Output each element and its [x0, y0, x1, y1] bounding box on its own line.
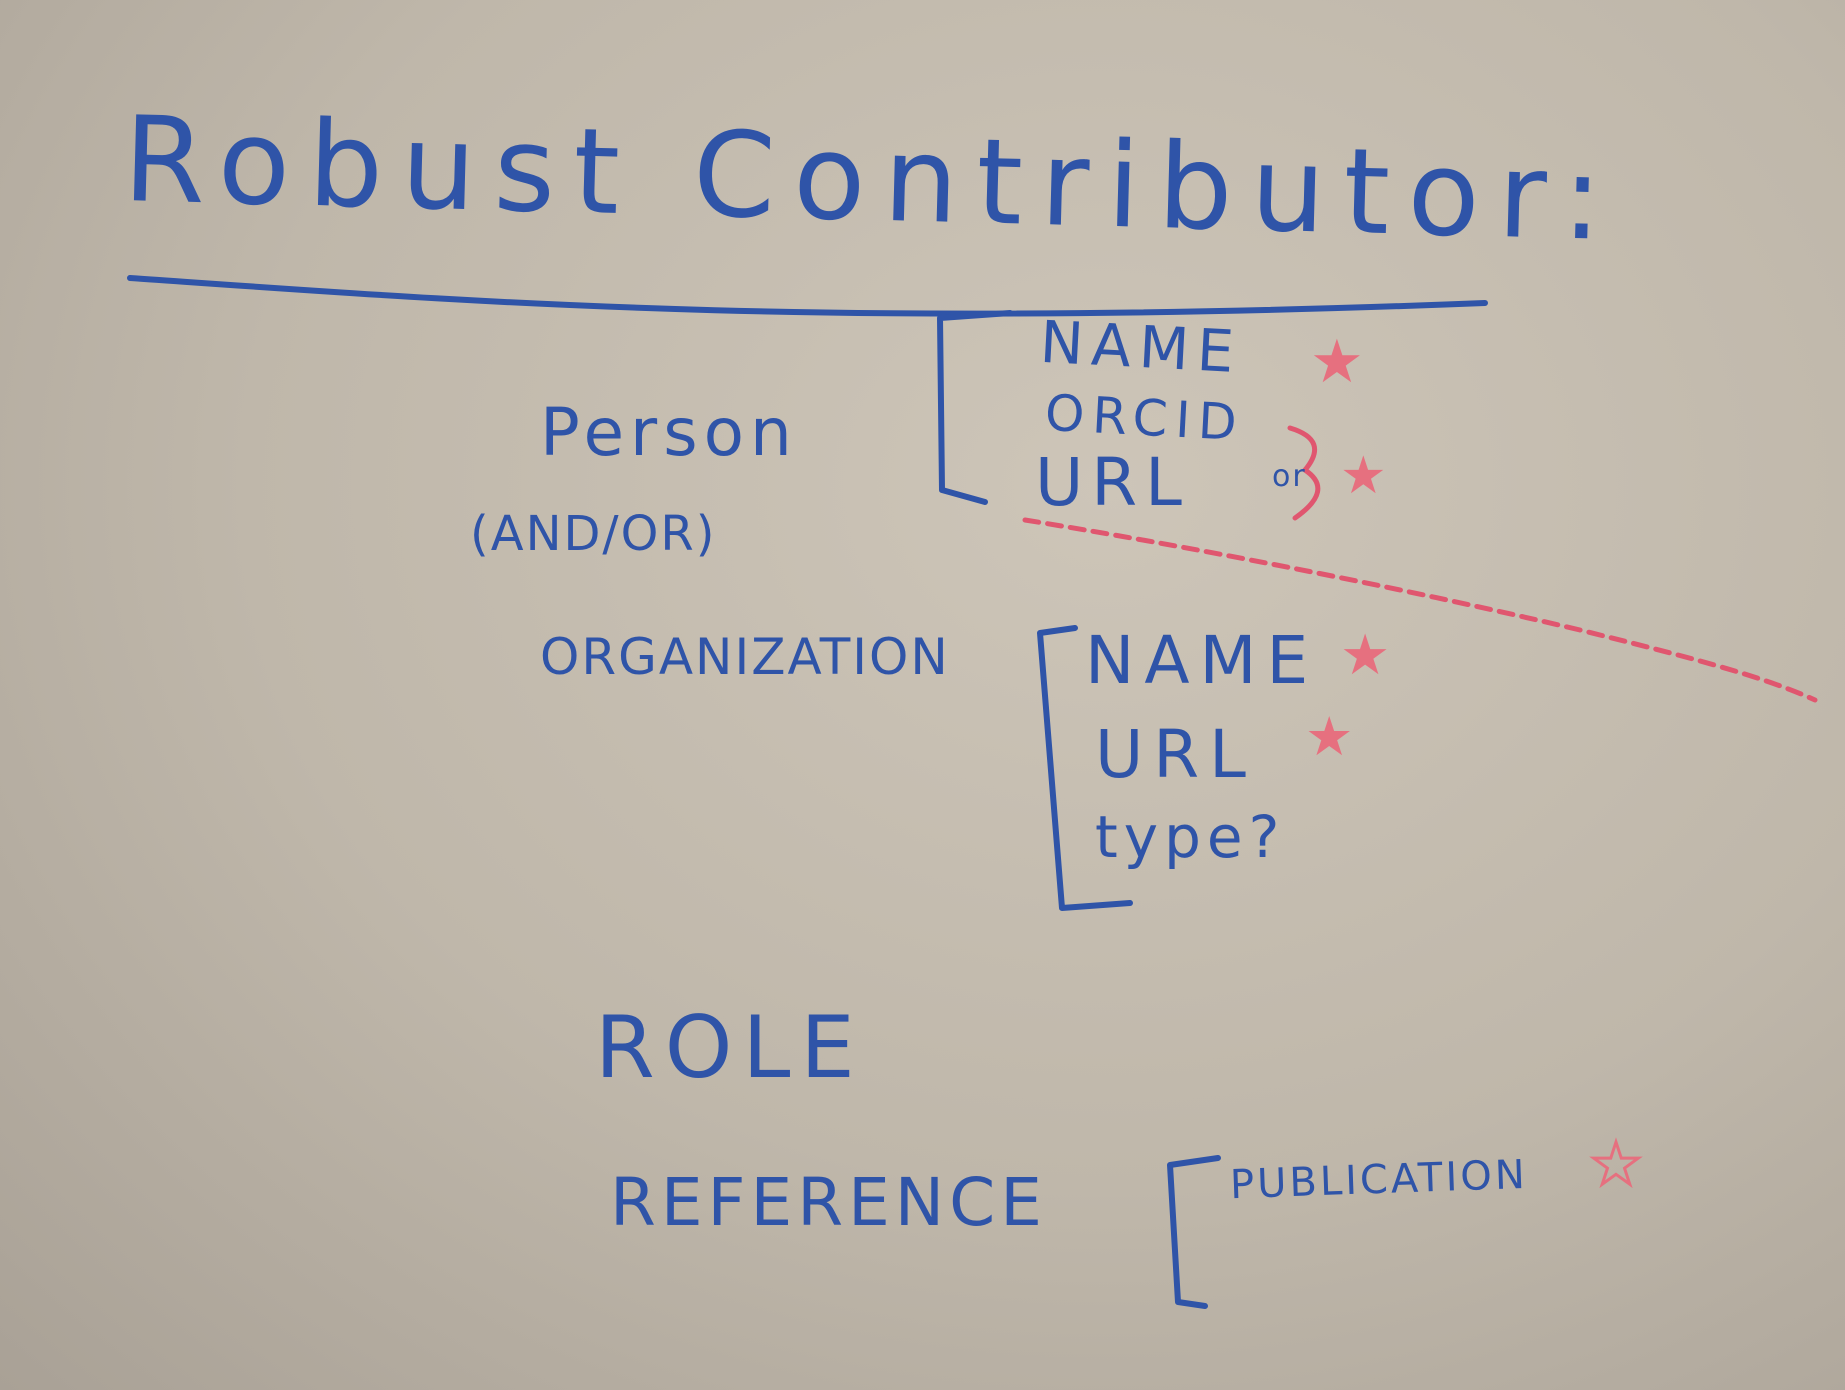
person-url-or: or [1272, 459, 1307, 494]
star-icon: ★ [1305, 705, 1354, 768]
organization-field-url: URL [1095, 716, 1256, 793]
person-label: Person [540, 394, 798, 471]
role-label: ROLE [595, 998, 865, 1098]
star-icon: ★ [1340, 446, 1387, 506]
star-icon: ★ [1589, 1130, 1644, 1198]
person-field-name: NAME [1038, 307, 1244, 387]
star-icon: ★ [1340, 623, 1391, 688]
person-field-orcid: ORCID [1043, 383, 1247, 453]
star-icon: ★ [1310, 327, 1364, 397]
reference-bracket [1167, 1155, 1221, 1309]
person-bracket [937, 310, 1013, 505]
title-underline [127, 275, 1488, 317]
person-field-url: URL [1035, 444, 1190, 521]
reference-field-publication: PUBLICATION [1229, 1151, 1529, 1209]
and-or-label: (AND/OR) [470, 506, 717, 562]
organization-field-name: NAME [1085, 622, 1319, 699]
whiteboard: Robust Contributor: Person NAME ORCID UR… [0, 0, 1845, 1390]
organization-label: ORGANIZATION [540, 628, 950, 686]
reference-label: REFERENCE [610, 1164, 1047, 1241]
whiteboard-title: Robust Contributor: [121, 90, 1622, 268]
organization-field-type: type? [1095, 803, 1286, 871]
